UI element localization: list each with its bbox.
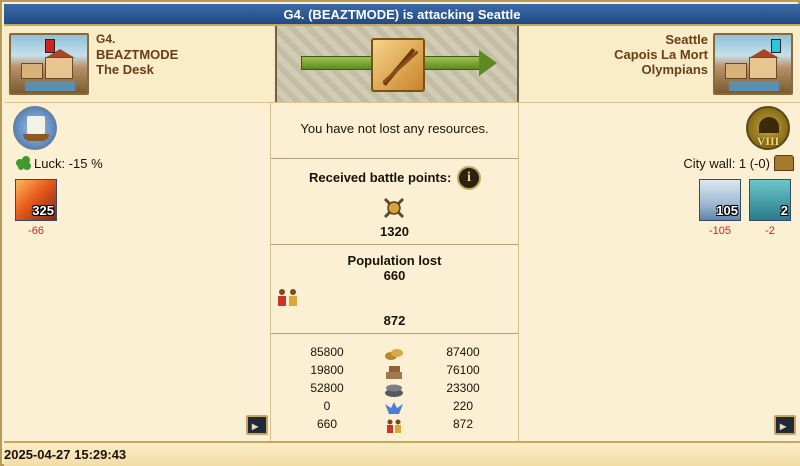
defender-city-image[interactable] xyxy=(713,33,793,95)
attacker-info: G4. BEAZTMODE The Desk xyxy=(96,32,178,77)
return-arrow-icon: ▸ xyxy=(252,419,259,433)
report-footer: 2025-04-27 15:29:43 xyxy=(4,441,800,466)
attacker-panel: Luck: -15 % 325 -66 ▸ xyxy=(4,103,271,441)
table-row: 0 220 xyxy=(271,399,518,417)
crossed-swords-icon xyxy=(383,197,405,219)
unit-loss: -66 xyxy=(28,225,44,237)
unit-count: 325 xyxy=(32,203,54,218)
table-row: 660 872 xyxy=(271,417,518,435)
battle-report-window: G4. (BEAZTMODE) is attacking Seattle G4.… xyxy=(0,0,800,466)
result-panel: You have not lost any resources. Receive… xyxy=(271,103,519,441)
attack-spear-icon xyxy=(371,38,425,92)
comparison-table: 85800 87400 19800 76100 52800 23300 0 22… xyxy=(271,334,518,441)
table-row: 19800 76100 xyxy=(271,363,518,381)
city-wall-info: City wall: 1 (-0) xyxy=(683,155,794,171)
clover-icon xyxy=(16,156,31,171)
report-title: G4. (BEAZTMODE) is attacking Seattle xyxy=(4,4,800,26)
stone-icon xyxy=(386,366,402,379)
population-attacker: 660 xyxy=(383,268,406,283)
fire-ship-icon[interactable]: 325 xyxy=(15,179,57,221)
luck-text: Luck: -15 % xyxy=(34,156,103,171)
population-defender: 872 xyxy=(383,313,406,328)
city-wall-icon: VIII xyxy=(746,106,790,150)
defender-info: Seattle Capois La Mort Olympians xyxy=(614,32,708,77)
attacker-alliance[interactable]: G4. xyxy=(96,32,178,47)
city-wall-text: City wall: 1 (-0) xyxy=(683,156,770,171)
unit-count: 105 xyxy=(716,203,738,218)
siren-icon[interactable]: 2 xyxy=(749,179,791,221)
resources-section: You have not lost any resources. xyxy=(271,103,518,159)
unit-loss: -2 xyxy=(765,225,775,237)
silver-icon xyxy=(385,384,403,397)
attack-banner xyxy=(275,26,519,102)
luck-indicator: Luck: -15 % xyxy=(16,156,103,171)
unit-count: 2 xyxy=(780,203,788,218)
naval-attack-icon xyxy=(13,106,57,150)
population-icon xyxy=(387,419,401,433)
defender-city[interactable]: Seattle xyxy=(614,32,708,47)
defender-units-button[interactable]: ▸ xyxy=(774,415,796,435)
defender-flag-icon xyxy=(771,39,781,53)
population-section: Population lost 660 872 xyxy=(271,245,518,334)
table-row: 85800 87400 xyxy=(271,345,518,363)
info-icon[interactable]: i xyxy=(457,166,481,190)
catapult-icon xyxy=(774,155,794,171)
population-label: Population lost xyxy=(347,253,442,268)
table-row: 52800 23300 xyxy=(271,381,518,399)
attacker-units-button[interactable]: ▸ xyxy=(246,415,268,435)
wood-icon xyxy=(385,349,403,360)
attacker-player[interactable]: BEAZTMODE xyxy=(96,47,178,62)
population-icon xyxy=(278,289,297,306)
attacker-flag-icon xyxy=(45,39,55,53)
return-arrow-icon: ▸ xyxy=(780,419,787,433)
report-header: G4. BEAZTMODE The Desk Seattle Capois La… xyxy=(4,26,800,103)
unit-loss: -105 xyxy=(708,225,732,237)
defender-alliance[interactable]: Olympians xyxy=(614,62,708,77)
attacker-city-image[interactable] xyxy=(9,33,89,95)
defender-player[interactable]: Capois La Mort xyxy=(614,47,708,62)
battle-points-section: Received battle points: i 1320 xyxy=(271,159,518,245)
favor-icon xyxy=(385,402,403,414)
attacker-city[interactable]: The Desk xyxy=(96,62,178,77)
battle-points-value: 1320 xyxy=(380,224,409,239)
defender-panel: VIII City wall: 1 (-0) 105 -105 2 -2 ▸ xyxy=(519,103,800,441)
battle-points-label: Received battle points: xyxy=(309,170,452,185)
wall-level: VIII xyxy=(756,134,780,148)
trireme-icon[interactable]: 105 xyxy=(699,179,741,221)
timestamp: 2025-04-27 15:29:43 xyxy=(4,447,127,462)
resources-text: You have not lost any resources. xyxy=(300,121,489,136)
